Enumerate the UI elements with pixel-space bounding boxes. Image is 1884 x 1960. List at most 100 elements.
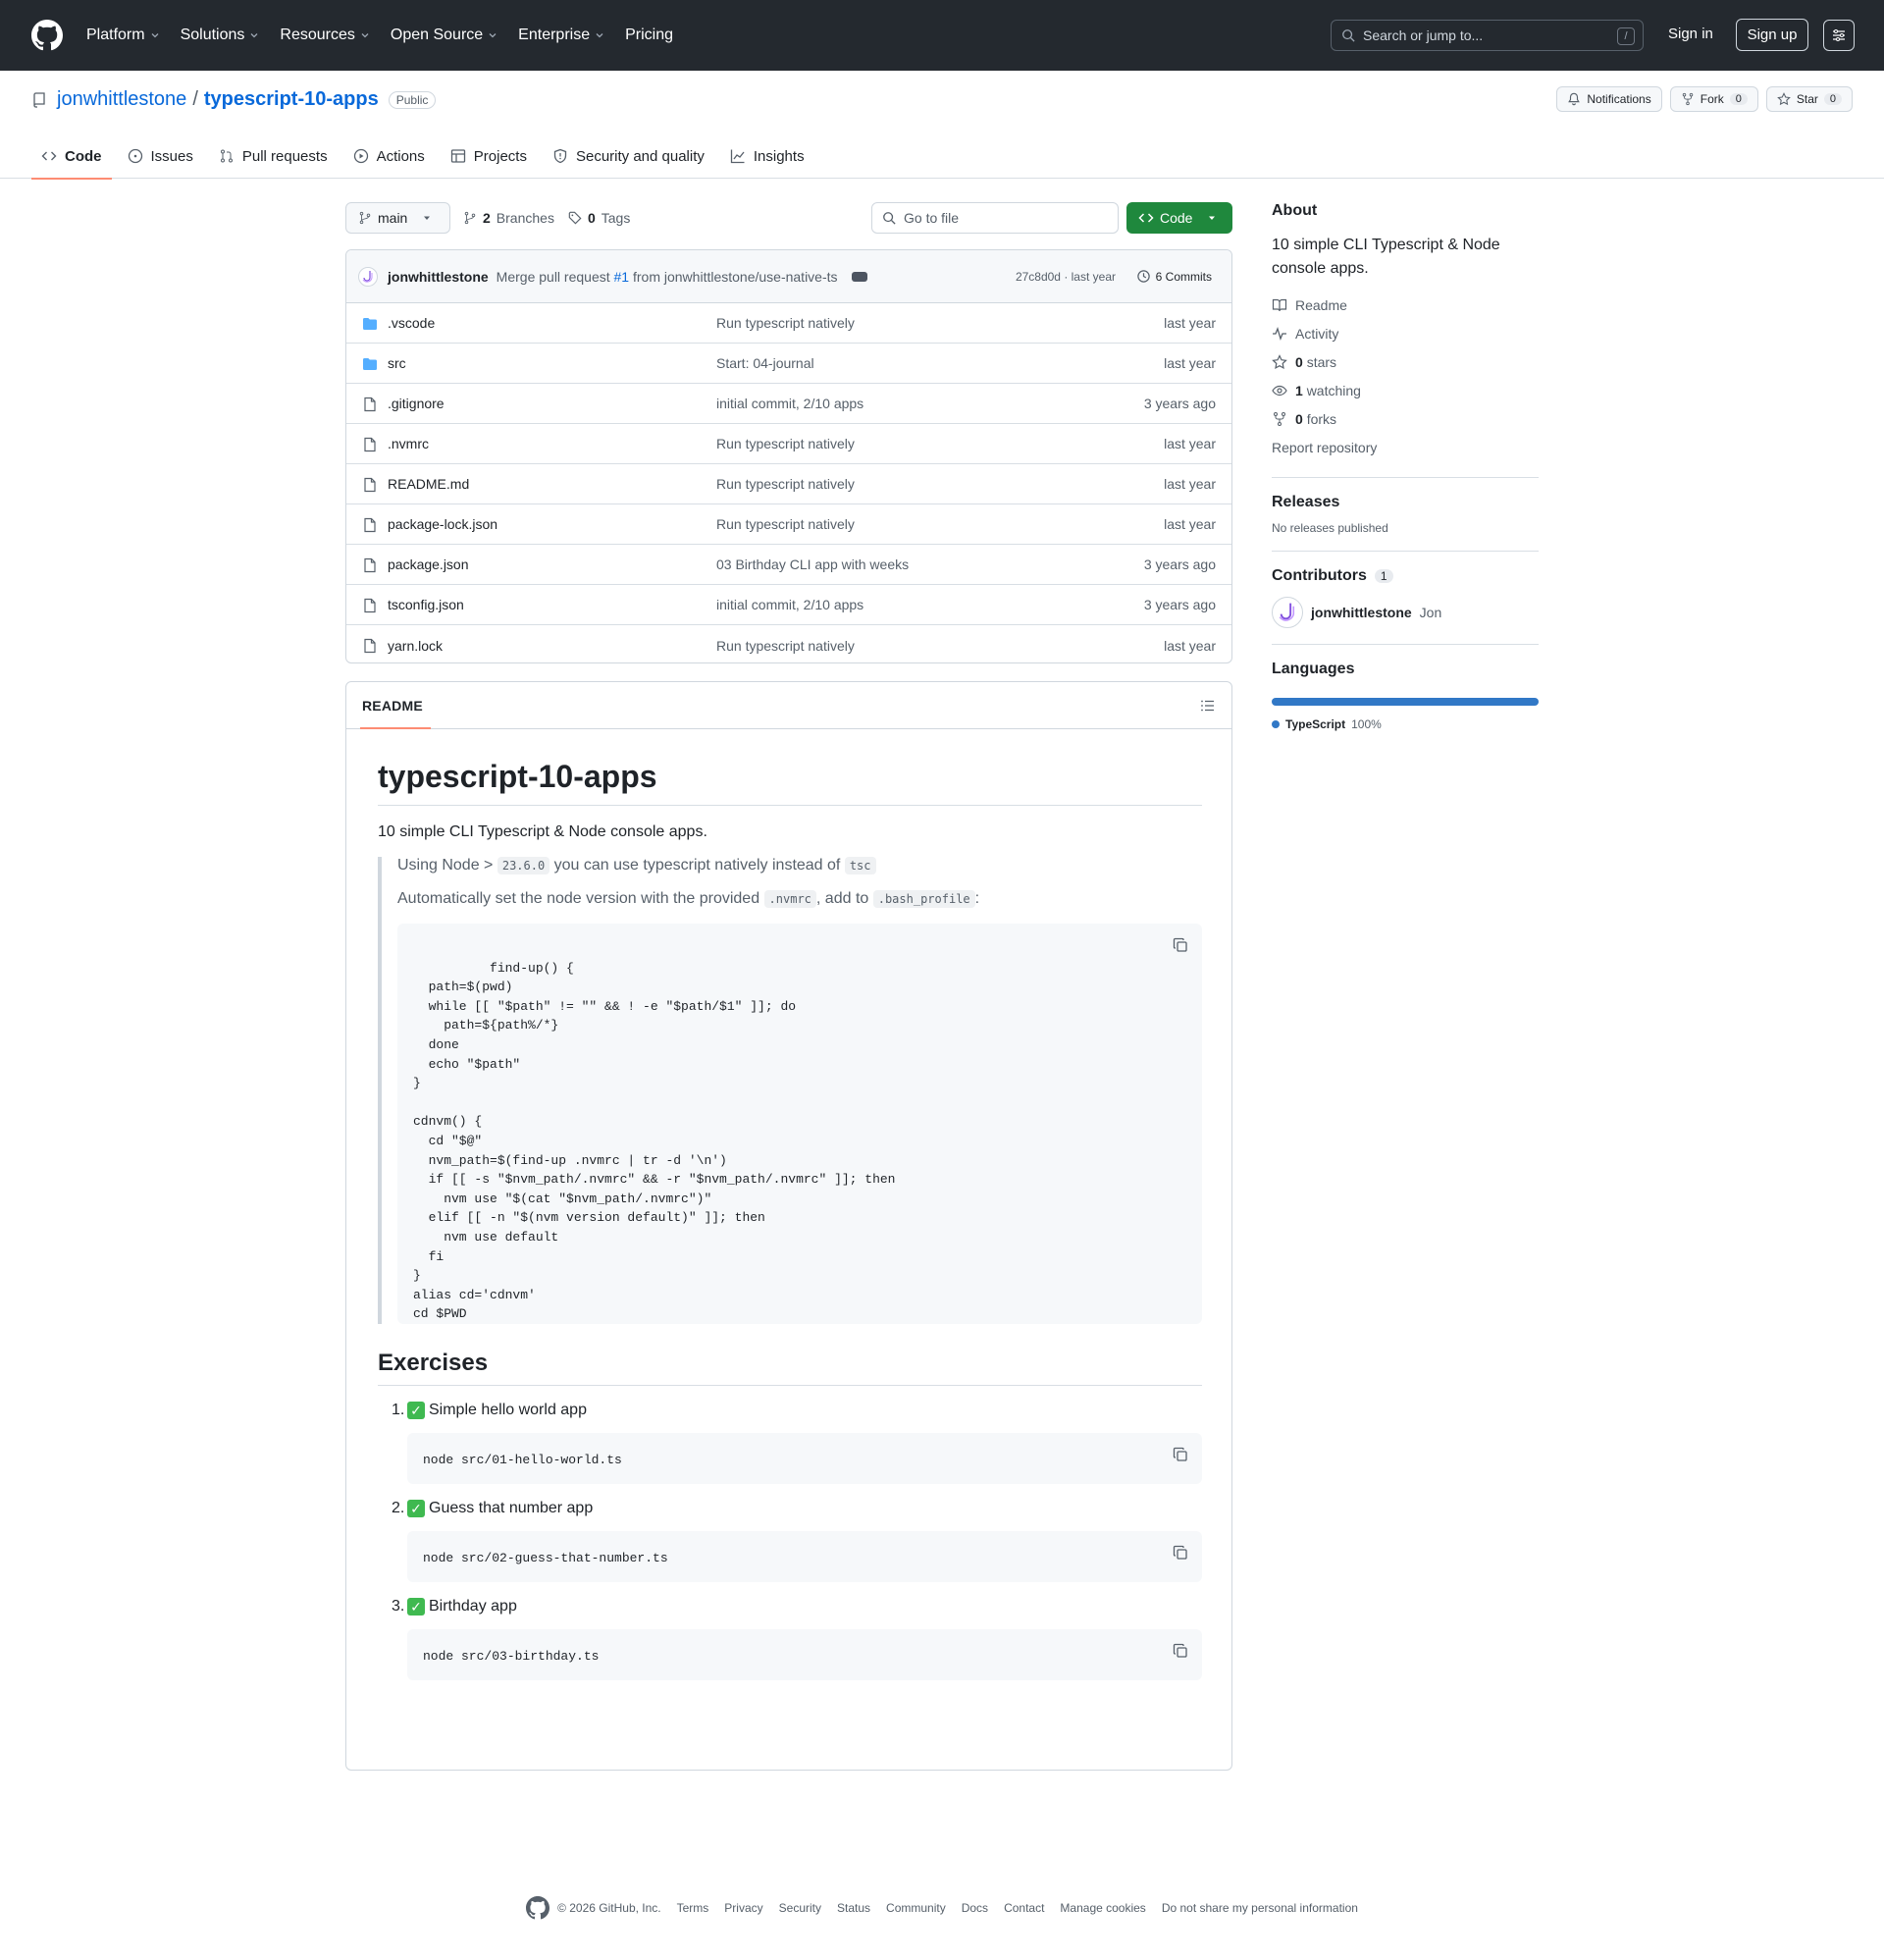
readme-tab[interactable]: README bbox=[360, 698, 431, 729]
file-name[interactable]: .vscode bbox=[388, 315, 435, 331]
footer-link[interactable]: Privacy bbox=[724, 1901, 762, 1915]
file-row[interactable]: .nvmrc Run typescript natively last year bbox=[346, 424, 1231, 464]
file-name[interactable]: package-lock.json bbox=[388, 516, 497, 532]
file-commit-message[interactable]: Run typescript natively bbox=[716, 315, 855, 331]
footer-link[interactable]: Manage cookies bbox=[1060, 1901, 1145, 1915]
github-logo-icon[interactable] bbox=[526, 1896, 550, 1920]
branch-selector[interactable]: main bbox=[345, 202, 450, 234]
go-to-file-input[interactable]: Go to file bbox=[871, 202, 1119, 234]
tags-link[interactable]: 0 Tags bbox=[568, 210, 630, 226]
commit-message[interactable]: Merge pull request #1 from jonwhittlesto… bbox=[497, 269, 838, 285]
contributor-item[interactable]: jonwhittlestone Jon bbox=[1272, 597, 1539, 628]
file-commit-message[interactable]: 03 Birthday CLI app with weeks bbox=[716, 556, 909, 572]
notifications-button[interactable]: Notifications bbox=[1556, 86, 1662, 112]
footer-link[interactable]: Contact bbox=[1004, 1901, 1044, 1915]
tab-code[interactable]: Code bbox=[31, 133, 112, 180]
file-row[interactable]: package-lock.json Run typescript natively… bbox=[346, 504, 1231, 545]
file-commit-message[interactable]: initial commit, 2/10 apps bbox=[716, 597, 864, 612]
author-avatar[interactable] bbox=[358, 266, 378, 287]
expand-commit-button[interactable] bbox=[851, 271, 867, 282]
nav-solutions[interactable]: Solutions bbox=[181, 26, 261, 44]
forks-link[interactable]: 0 forks bbox=[1272, 404, 1539, 433]
script-text: find-up() { path=$(pwd) while [[ "$path"… bbox=[413, 960, 896, 1322]
file-commit-message[interactable]: Run typescript natively bbox=[716, 638, 855, 654]
sign-up-button[interactable]: Sign up bbox=[1736, 19, 1808, 51]
commits-history-link[interactable]: 6 Commits bbox=[1136, 269, 1212, 284]
activity-link[interactable]: Activity bbox=[1272, 319, 1539, 347]
tab-actions[interactable]: Actions bbox=[343, 133, 435, 179]
history-icon bbox=[1136, 270, 1150, 283]
exercise-title-text: Simple hello world app bbox=[429, 1402, 587, 1418]
tab-pull-requests[interactable]: Pull requests bbox=[209, 133, 338, 179]
contributor-login[interactable]: jonwhittlestone bbox=[1311, 605, 1412, 620]
file-row[interactable]: .gitignore initial commit, 2/10 apps 3 yea… bbox=[346, 384, 1231, 424]
copy-icon[interactable] bbox=[1173, 1447, 1188, 1462]
file-commit-message[interactable]: Run typescript natively bbox=[716, 476, 855, 492]
file-commit-message[interactable]: Start: 04-journal bbox=[716, 355, 814, 371]
tab-security[interactable]: Security and quality bbox=[543, 133, 714, 179]
repo-name-link[interactable]: typescript-10-apps bbox=[204, 88, 379, 111]
stars-link[interactable]: 0 stars bbox=[1272, 347, 1539, 376]
github-logo-icon[interactable] bbox=[31, 20, 63, 51]
search-input[interactable]: Search or jump to... / bbox=[1331, 20, 1644, 51]
file-name[interactable]: .gitignore bbox=[388, 396, 445, 411]
settings-menu-button[interactable] bbox=[1823, 20, 1855, 51]
avatar[interactable] bbox=[1272, 597, 1303, 628]
nav-platform[interactable]: Platform bbox=[86, 26, 161, 44]
exercise-title-text: Birthday app bbox=[429, 1598, 517, 1615]
code-button[interactable]: Code bbox=[1126, 202, 1232, 234]
tag-icon bbox=[568, 211, 582, 225]
contributors-heading[interactable]: Contributors 1 bbox=[1272, 567, 1539, 585]
readme-link[interactable]: Readme bbox=[1272, 291, 1539, 319]
file-name[interactable]: tsconfig.json bbox=[388, 597, 464, 612]
releases-heading[interactable]: Releases bbox=[1272, 494, 1539, 511]
copy-icon[interactable] bbox=[1173, 1545, 1188, 1561]
pr-link[interactable]: #1 bbox=[614, 269, 630, 285]
copy-icon[interactable] bbox=[1173, 1643, 1188, 1659]
footer-link[interactable]: Community bbox=[886, 1901, 946, 1915]
file-commit-message[interactable]: initial commit, 2/10 apps bbox=[716, 396, 864, 411]
commit-author-link[interactable]: jonwhittlestone bbox=[388, 269, 489, 285]
footer-link[interactable]: Status bbox=[837, 1901, 870, 1915]
fork-button[interactable]: Fork 0 bbox=[1669, 86, 1758, 112]
copy-icon[interactable] bbox=[1173, 937, 1188, 953]
language-bar bbox=[1272, 698, 1539, 706]
tab-issues[interactable]: Issues bbox=[118, 133, 203, 179]
file-row[interactable]: package.json 03 Birthday CLI app with wee… bbox=[346, 545, 1231, 585]
file-row[interactable]: tsconfig.json initial commit, 2/10 apps 3 … bbox=[346, 585, 1231, 625]
forks-count: 0 bbox=[1295, 410, 1303, 427]
file-row[interactable]: .vscode Run typescript natively last year bbox=[346, 303, 1231, 344]
report-repository-link[interactable]: Report repository bbox=[1272, 433, 1539, 461]
nav-enterprise[interactable]: Enterprise bbox=[518, 26, 605, 44]
code-icon bbox=[41, 151, 57, 161]
file-commit-message[interactable]: Run typescript natively bbox=[716, 436, 855, 451]
watching-link[interactable]: 1 watching bbox=[1272, 376, 1539, 404]
file-name[interactable]: package.json bbox=[388, 556, 469, 572]
file-name[interactable]: .nvmrc bbox=[388, 436, 429, 451]
sign-in-link[interactable]: Sign in bbox=[1668, 26, 1713, 42]
commit-hash[interactable]: 27c8d0d · last year bbox=[1016, 270, 1116, 284]
file-row[interactable]: src Start: 04-journal last year bbox=[346, 344, 1231, 384]
footer-link[interactable]: Terms bbox=[677, 1901, 709, 1915]
file-commit-message[interactable]: Run typescript natively bbox=[716, 516, 855, 532]
nav-resources[interactable]: Resources bbox=[280, 26, 370, 44]
file-name[interactable]: src bbox=[388, 355, 406, 371]
language-item[interactable]: TypeScript 100% bbox=[1272, 717, 1539, 731]
list-icon[interactable] bbox=[1200, 698, 1216, 714]
footer: © 2026 GitHub, Inc. Terms Privacy Security… bbox=[0, 1896, 1884, 1920]
nav-open-source[interactable]: Open Source bbox=[391, 26, 498, 44]
footer-link[interactable]: Docs bbox=[962, 1901, 988, 1915]
tab-insights[interactable]: Insights bbox=[720, 133, 814, 179]
branches-link[interactable]: 2 Branches bbox=[463, 210, 554, 226]
file-name[interactable]: README.md bbox=[388, 476, 469, 492]
file-name[interactable]: yarn.lock bbox=[388, 638, 443, 654]
repo-owner-link[interactable]: jonwhittlestone bbox=[57, 88, 186, 111]
footer-link[interactable]: Do not share my personal information bbox=[1162, 1901, 1358, 1915]
footer-link[interactable]: Security bbox=[779, 1901, 821, 1915]
nav-pricing[interactable]: Pricing bbox=[625, 26, 673, 44]
file-row[interactable]: README.md Run typescript natively last yea… bbox=[346, 464, 1231, 504]
star-button[interactable]: Star 0 bbox=[1765, 86, 1853, 112]
command-text: node src/03-birthday.ts bbox=[423, 1649, 600, 1664]
tab-projects[interactable]: Projects bbox=[441, 133, 537, 179]
file-row[interactable]: yarn.lock Run typescript natively last yea… bbox=[346, 625, 1231, 662]
